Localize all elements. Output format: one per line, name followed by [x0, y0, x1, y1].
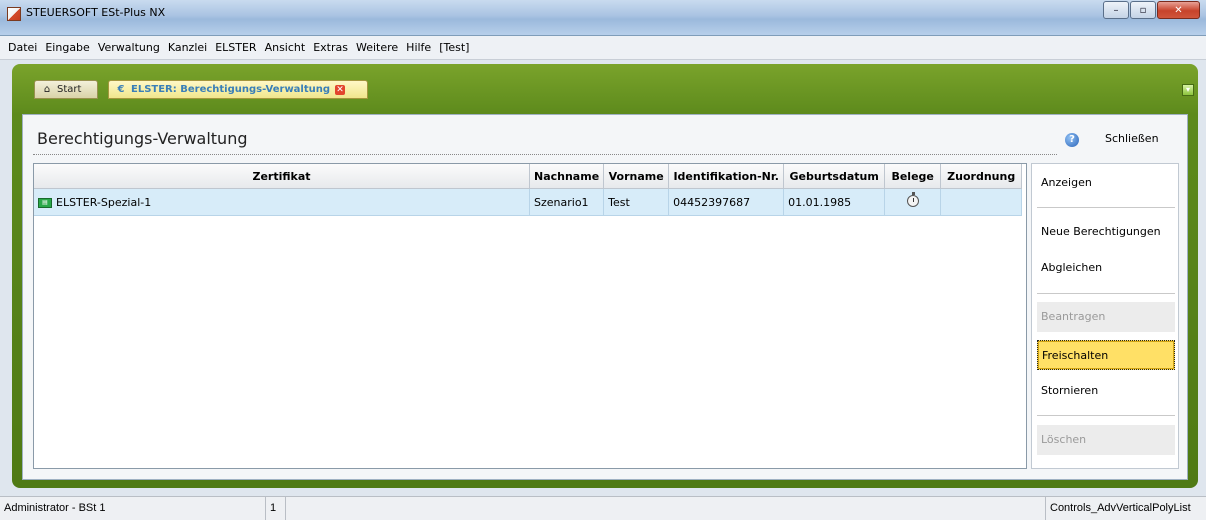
menu-bar: Datei Eingabe Verwaltung Kanzlei ELSTER …	[0, 36, 1206, 60]
close-window-button[interactable]: ✕	[1157, 1, 1200, 19]
tab-strip: ⌂ Start € ELSTER: Berechtigungs-Verwaltu…	[12, 66, 1198, 102]
stopwatch-icon[interactable]	[906, 191, 919, 207]
content-panel: Berechtigungs-Verwaltung ? Schließen Zer…	[22, 114, 1188, 480]
window-controls: – ▫ ✕	[1102, 1, 1200, 21]
menu-test[interactable]: [Test]	[439, 41, 469, 54]
menu-datei[interactable]: Datei	[8, 41, 37, 54]
tab-start[interactable]: ⌂ Start	[34, 80, 98, 99]
menu-hilfe[interactable]: Hilfe	[406, 41, 431, 54]
elster-icon: €	[117, 83, 125, 95]
cell-vorname: Test	[603, 188, 670, 216]
tab-close-icon[interactable]: ✕	[335, 84, 346, 95]
cell-zertifikat: ▤ ELSTER-Spezial-1	[34, 188, 530, 216]
menu-verwaltung[interactable]: Verwaltung	[98, 41, 160, 54]
certificate-icon: ▤	[38, 197, 52, 208]
minimize-button[interactable]: –	[1103, 1, 1129, 19]
beantragen-button[interactable]: Beantragen	[1037, 302, 1175, 332]
start-icon: ⌂	[43, 83, 51, 95]
tab-berechtigungs-verwaltung[interactable]: € ELSTER: Berechtigungs-Verwaltung ✕	[108, 80, 368, 99]
action-divider	[1037, 415, 1175, 416]
action-panel: Anzeigen Neue Berechtigungen Abgleichen …	[1031, 163, 1179, 469]
status-control: Controls_AdvVerticalPolyList	[1045, 497, 1206, 520]
column-header-zuordnung[interactable]: Zuordnung	[940, 164, 1023, 189]
cell-identifikation: 04452397687	[668, 188, 785, 216]
abgleichen-button[interactable]: Abgleichen	[1037, 253, 1175, 283]
status-bar: Administrator - BSt 1 1 Controls_AdvVert…	[0, 496, 1206, 520]
app-icon	[7, 7, 21, 21]
menu-ansicht[interactable]: Ansicht	[265, 41, 306, 54]
freischalten-button[interactable]: Freischalten	[1037, 340, 1175, 370]
permissions-table: Zertifikat Nachname Vorname Identifikati…	[33, 163, 1027, 469]
column-header-identifikation[interactable]: Identifikation-Nr.	[668, 164, 785, 189]
column-header-zertifikat[interactable]: Zertifikat	[34, 164, 530, 189]
column-header-geburtsdatum[interactable]: Geburtsdatum	[783, 164, 886, 189]
table-row[interactable]: ▤ ELSTER-Spezial-1 Szenario1 Test 0445239…	[34, 188, 1023, 216]
close-panel-button[interactable]: Schließen	[1105, 132, 1159, 145]
loeschen-button[interactable]: Löschen	[1037, 425, 1175, 455]
cell-zertifikat-text: ELSTER-Spezial-1	[56, 195, 152, 209]
window-title: STEUERSOFT ESt-Plus NX	[26, 6, 166, 19]
collapse-icon[interactable]: ▾	[1182, 84, 1194, 96]
page-title: Berechtigungs-Verwaltung	[37, 129, 248, 148]
action-divider	[1037, 293, 1175, 294]
menu-eingabe[interactable]: Eingabe	[45, 41, 89, 54]
cell-belege[interactable]	[884, 188, 942, 216]
title-divider	[33, 154, 1057, 155]
cell-nachname: Szenario1	[529, 188, 605, 216]
maximize-button[interactable]: ▫	[1130, 1, 1156, 19]
menu-weitere[interactable]: Weitere	[356, 41, 398, 54]
menu-extras[interactable]: Extras	[313, 41, 348, 54]
column-header-belege[interactable]: Belege	[884, 164, 942, 189]
cell-geburtsdatum: 01.01.1985	[783, 188, 886, 216]
status-count: 1	[266, 497, 286, 520]
menu-elster[interactable]: ELSTER	[215, 41, 256, 54]
menu-kanzlei[interactable]: Kanzlei	[168, 41, 207, 54]
tab-start-label: Start	[57, 84, 82, 95]
column-header-nachname[interactable]: Nachname	[529, 164, 605, 189]
neue-berechtigungen-button[interactable]: Neue Berechtigungen	[1037, 217, 1175, 247]
stornieren-button[interactable]: Stornieren	[1037, 376, 1175, 406]
cell-zuordnung	[940, 188, 1023, 216]
help-icon[interactable]: ?	[1065, 133, 1079, 147]
title-bar: STEUERSOFT ESt-Plus NX – ▫ ✕	[0, 0, 1206, 36]
column-header-vorname[interactable]: Vorname	[603, 164, 670, 189]
anzeigen-button[interactable]: Anzeigen	[1037, 168, 1175, 198]
action-divider	[1037, 207, 1175, 208]
tab-active-label: ELSTER: Berechtigungs-Verwaltung	[131, 84, 331, 95]
status-user: Administrator - BSt 1	[0, 497, 266, 520]
